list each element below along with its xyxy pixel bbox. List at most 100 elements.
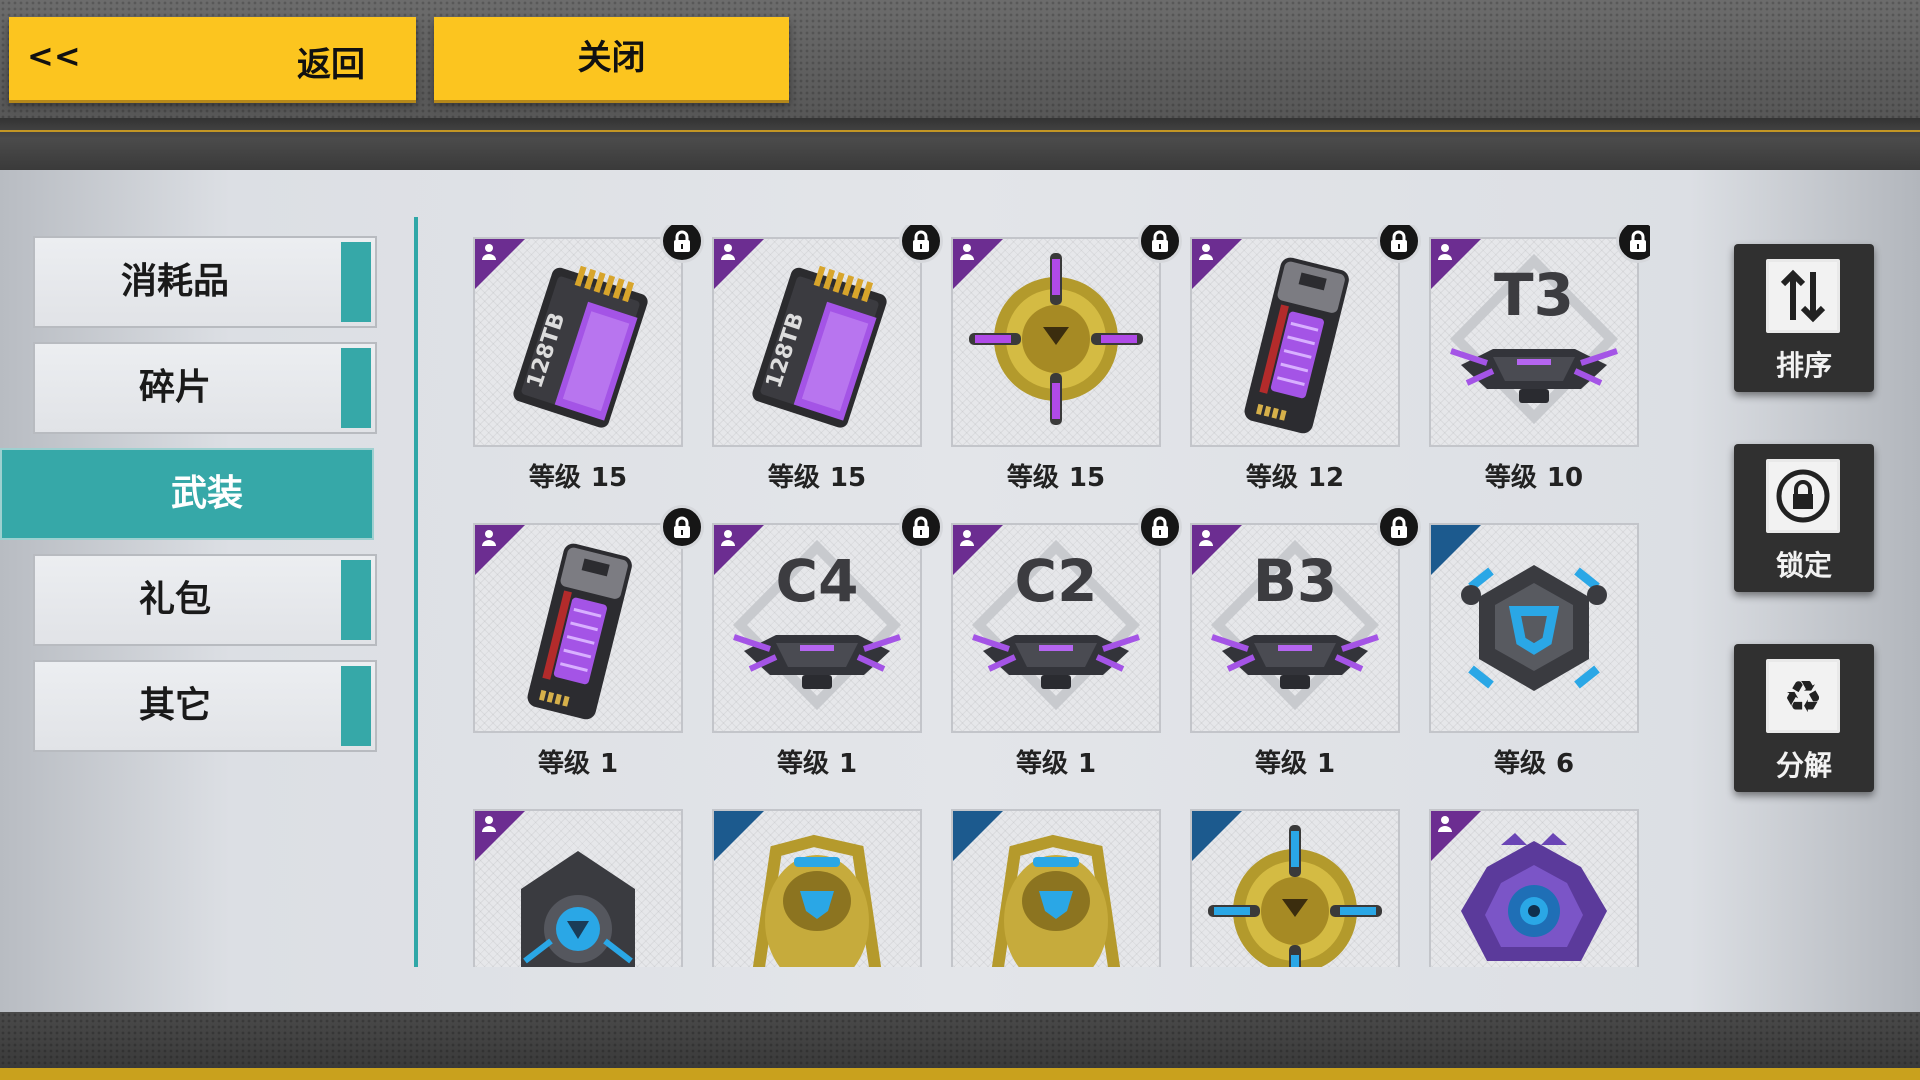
person-icon xyxy=(482,530,496,546)
inventory-item[interactable]: 等级 15 xyxy=(948,225,1182,505)
item-card[interactable]: 128TB xyxy=(473,237,683,447)
person-icon xyxy=(482,244,496,260)
padlock-icon[interactable] xyxy=(1377,505,1421,549)
inventory-item[interactable] xyxy=(1187,797,1400,967)
item-card[interactable] xyxy=(951,237,1161,447)
item-card[interactable]: C2 xyxy=(951,523,1161,733)
item-card[interactable]: 128TB xyxy=(712,237,922,447)
dismantle-button[interactable]: ♻ 分解 xyxy=(1734,644,1874,792)
dismantle-label: 分解 xyxy=(1775,749,1832,782)
person-icon xyxy=(1199,244,1213,260)
sidebar-divider xyxy=(414,217,418,967)
back-button[interactable]: << 返回 xyxy=(9,17,416,100)
level-value: 15 xyxy=(829,463,867,493)
inventory-item[interactable]: 等级 1 xyxy=(470,505,704,791)
level-prefix: 等级 xyxy=(1484,463,1537,493)
rarity-corner xyxy=(714,525,764,575)
item-card[interactable] xyxy=(1190,809,1400,967)
lock-label: 锁定 xyxy=(1775,549,1832,582)
item-card[interactable] xyxy=(1190,237,1400,447)
person-icon xyxy=(1438,244,1452,260)
level-prefix: 等级 xyxy=(1245,463,1298,493)
padlock-icon[interactable] xyxy=(899,505,943,549)
item-card[interactable]: B3 xyxy=(1190,523,1400,733)
inventory-item[interactable]: C2 等级 1 xyxy=(948,505,1182,791)
close-button[interactable]: 关闭 xyxy=(434,17,789,100)
rarity-corner xyxy=(714,239,764,289)
category-tab-marker xyxy=(341,242,371,322)
inventory-item[interactable] xyxy=(709,797,922,967)
person-icon xyxy=(1199,530,1213,546)
level-value: 10 xyxy=(1546,463,1584,493)
item-card[interactable]: T3 xyxy=(1429,237,1639,447)
item-card[interactable]: C4 xyxy=(712,523,922,733)
level-prefix: 等级 xyxy=(528,463,581,493)
inventory-item[interactable]: 等级 12 xyxy=(1187,225,1421,505)
svg-text:C4: C4 xyxy=(776,547,859,615)
item-card[interactable] xyxy=(473,809,683,967)
padlock-icon[interactable] xyxy=(1138,505,1182,549)
rarity-corner xyxy=(475,811,525,861)
item-level: 等级 15 xyxy=(709,457,925,494)
category-tab-marker xyxy=(341,348,371,428)
level-value: 15 xyxy=(1068,463,1106,493)
bottom-gold-strip xyxy=(0,1068,1920,1080)
level-prefix: 等级 xyxy=(767,463,820,493)
category-armaments[interactable]: 武装 xyxy=(0,448,374,540)
padlock-icon[interactable] xyxy=(1138,225,1182,263)
level-value: 1 xyxy=(1077,749,1097,779)
inventory-item[interactable]: 128TB 等级 15 xyxy=(709,225,943,505)
inventory-item[interactable]: B3 等级 1 xyxy=(1187,505,1421,791)
item-level: 等级 12 xyxy=(1187,457,1403,494)
inventory-item[interactable]: 等级 6 xyxy=(1426,511,1639,791)
category-consumables[interactable]: 消耗品 xyxy=(33,236,377,328)
inventory-item[interactable] xyxy=(1426,797,1639,967)
item-card[interactable] xyxy=(473,523,683,733)
bottom-bar xyxy=(0,1012,1920,1068)
item-card[interactable] xyxy=(951,809,1161,967)
padlock-icon[interactable] xyxy=(1377,225,1421,263)
inventory-item[interactable]: T3 等级 10 xyxy=(1426,225,1650,505)
level-value: 12 xyxy=(1307,463,1345,493)
item-card[interactable] xyxy=(712,809,922,967)
category-label: 礼包 xyxy=(138,579,211,620)
item-card[interactable] xyxy=(1429,523,1639,733)
svg-text:♻: ♻ xyxy=(1783,672,1822,723)
svg-text:T3: T3 xyxy=(1494,261,1574,329)
inventory-item[interactable]: C4 等级 1 xyxy=(709,505,943,791)
level-prefix: 等级 xyxy=(1015,749,1068,779)
person-icon xyxy=(482,816,496,832)
rarity-corner xyxy=(475,525,525,575)
rarity-corner xyxy=(475,239,525,289)
padlock-icon xyxy=(1766,459,1840,533)
item-level: 等级 1 xyxy=(948,743,1164,780)
inventory-grid[interactable]: 128TB 等级 15 128TB 等级 15 等级 15 等级 12 T3 等… xyxy=(470,225,1650,967)
rarity-corner xyxy=(1192,525,1242,575)
padlock-icon[interactable] xyxy=(899,225,943,263)
lock-button[interactable]: 锁定 xyxy=(1734,444,1874,592)
item-level: 等级 1 xyxy=(1187,743,1403,780)
item-card[interactable] xyxy=(1429,809,1639,967)
category-packs[interactable]: 礼包 xyxy=(33,554,377,646)
person-icon xyxy=(960,244,974,260)
category-label: 武装 xyxy=(170,473,243,514)
category-fragments[interactable]: 碎片 xyxy=(33,342,377,434)
item-level: 等级 10 xyxy=(1426,457,1642,494)
level-value: 1 xyxy=(838,749,858,779)
padlock-icon[interactable] xyxy=(660,225,704,263)
inventory-item[interactable]: 128TB 等级 15 xyxy=(470,225,704,505)
padlock-icon[interactable] xyxy=(660,505,704,549)
sort-button[interactable]: 排序 xyxy=(1734,244,1874,392)
category-label: 消耗品 xyxy=(120,261,229,302)
level-value: 6 xyxy=(1555,749,1575,779)
rarity-corner xyxy=(1192,811,1242,861)
category-others[interactable]: 其它 xyxy=(33,660,377,752)
back-label: 返回 xyxy=(297,45,365,85)
item-level: 等级 1 xyxy=(709,743,925,780)
inventory-item[interactable] xyxy=(948,797,1161,967)
rarity-corner xyxy=(1431,811,1481,861)
sort-label: 排序 xyxy=(1775,349,1832,382)
rarity-corner xyxy=(1192,239,1242,289)
category-label: 碎片 xyxy=(138,367,211,408)
inventory-item[interactable] xyxy=(470,797,683,967)
